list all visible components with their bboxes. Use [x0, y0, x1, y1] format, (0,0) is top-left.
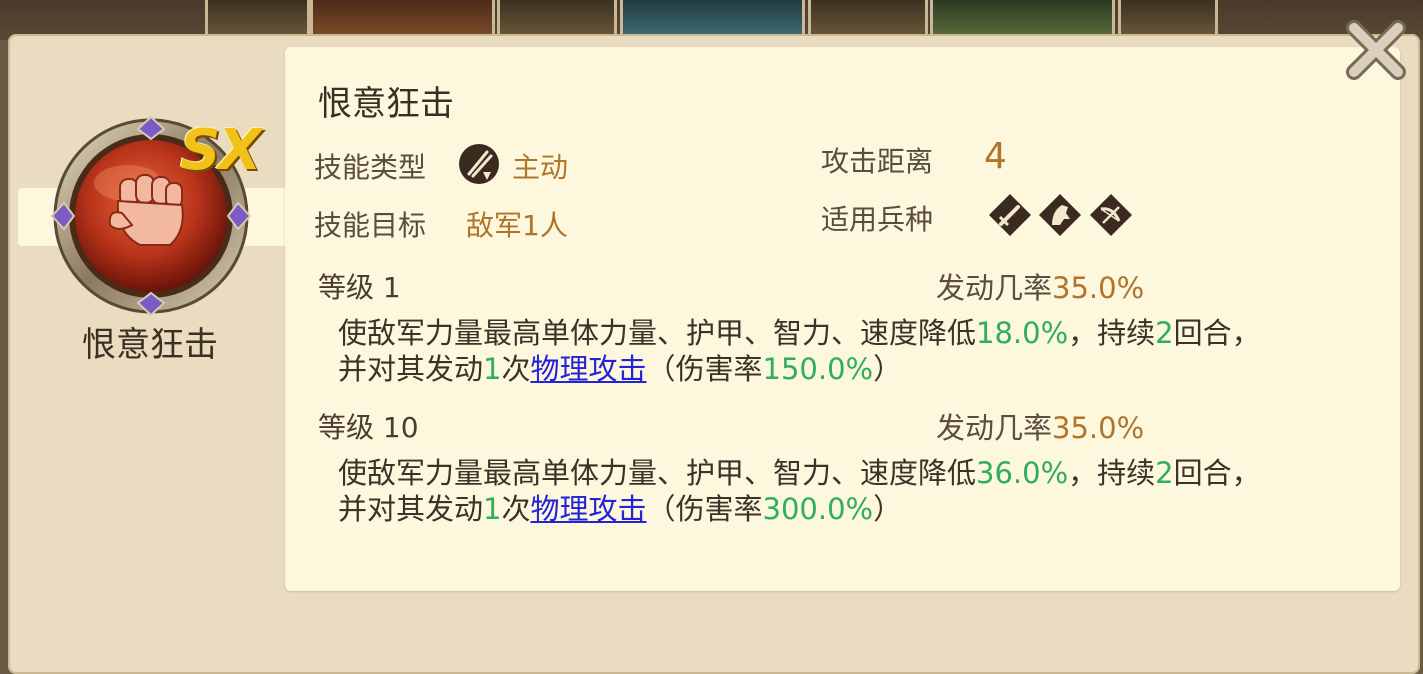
description-line: 并对其发动1次物理攻击（伤害率150.0%） — [338, 351, 1378, 387]
trigger-rate-value: 35.0% — [1052, 271, 1145, 305]
desc-value: 2 — [1155, 316, 1174, 350]
skill-type-value: 主动 — [512, 151, 569, 184]
desc-text: （伤害率 — [646, 492, 763, 526]
desc-text: ，持续 — [1068, 316, 1156, 350]
description-line: 使敌军力量最高单体力量、护甲、智力、速度降低18.0%，持续2回合， — [338, 315, 1378, 351]
desc-text: 回合， — [1173, 456, 1261, 490]
desc-text: 并对其发动 — [338, 352, 484, 386]
desc-value: 300.0% — [762, 492, 874, 526]
desc-text: 回合， — [1173, 316, 1261, 350]
archer-bow-icon — [1090, 194, 1132, 236]
level-description: 使敌军力量最高单体力量、护甲、智力、速度降低18.0%，持续2回合， 并对其发动… — [338, 315, 1378, 387]
attack-range-label: 攻击距离 — [821, 145, 934, 178]
background-thumbnail — [930, 0, 1115, 38]
infantry-sword-icon — [989, 194, 1031, 236]
desc-text: 并对其发动 — [338, 492, 484, 526]
troop-type-label: 适用兵种 — [821, 203, 934, 236]
background-thumbnail — [620, 0, 805, 38]
desc-value: 1 — [483, 352, 502, 386]
desc-value: 18.0% — [976, 316, 1069, 350]
trigger-rate: 发动几率35.0% — [936, 265, 1144, 307]
crossed-swords-icon — [459, 144, 499, 184]
desc-text: 次 — [501, 492, 531, 526]
skill-target-label: 技能目标 — [314, 209, 427, 242]
desc-value: 150.0% — [762, 352, 874, 386]
level-label: 等级 1 — [318, 271, 401, 304]
skill-type-label: 技能类型 — [314, 151, 427, 184]
trigger-rate-label: 发动几率 — [936, 411, 1053, 445]
background-thumbnail — [310, 0, 495, 38]
desc-value: 1 — [483, 492, 502, 526]
description-line: 并对其发动1次物理攻击（伤害率300.0%） — [338, 491, 1378, 527]
desc-text: ，持续 — [1068, 456, 1156, 490]
level-label: 等级 10 — [318, 411, 419, 444]
background-thumbnail — [1118, 0, 1218, 38]
desc-text: 次 — [501, 352, 531, 386]
desc-text: ） — [873, 492, 903, 526]
desc-text: ） — [873, 352, 903, 386]
skill-title: 恨意狂击 — [318, 84, 454, 124]
background-thumbnail — [808, 0, 928, 38]
trigger-rate-value: 35.0% — [1052, 411, 1145, 445]
trigger-rate-label: 发动几率 — [936, 271, 1053, 305]
background-thumbnail — [205, 0, 310, 38]
skill-target-value: 敌军1人 — [466, 209, 568, 242]
desc-text: 使敌军力量最高单体力量、护甲、智力、速度降低 — [338, 456, 977, 490]
physical-attack-link[interactable]: 物理攻击 — [530, 352, 646, 386]
cavalry-horse-icon — [1039, 194, 1081, 236]
background-thumbnail — [497, 0, 617, 38]
desc-value: 36.0% — [976, 456, 1069, 490]
skill-icon-name: 恨意狂击 — [82, 325, 218, 365]
attack-range-value: 4 — [984, 136, 1007, 177]
close-icon[interactable] — [1340, 14, 1412, 86]
trigger-rate: 发动几率35.0% — [936, 405, 1144, 447]
desc-text: 使敌军力量最高单体力量、护甲、智力、速度降低 — [338, 316, 977, 350]
skill-rank-badge: SX — [180, 118, 262, 183]
level-description: 使敌军力量最高单体力量、护甲、智力、速度降低36.0%，持续2回合， 并对其发动… — [338, 455, 1378, 527]
desc-text: （伤害率 — [646, 352, 763, 386]
desc-value: 2 — [1155, 456, 1174, 490]
physical-attack-link[interactable]: 物理攻击 — [530, 492, 646, 526]
description-line: 使敌军力量最高单体力量、护甲、智力、速度降低36.0%，持续2回合， — [338, 455, 1378, 491]
